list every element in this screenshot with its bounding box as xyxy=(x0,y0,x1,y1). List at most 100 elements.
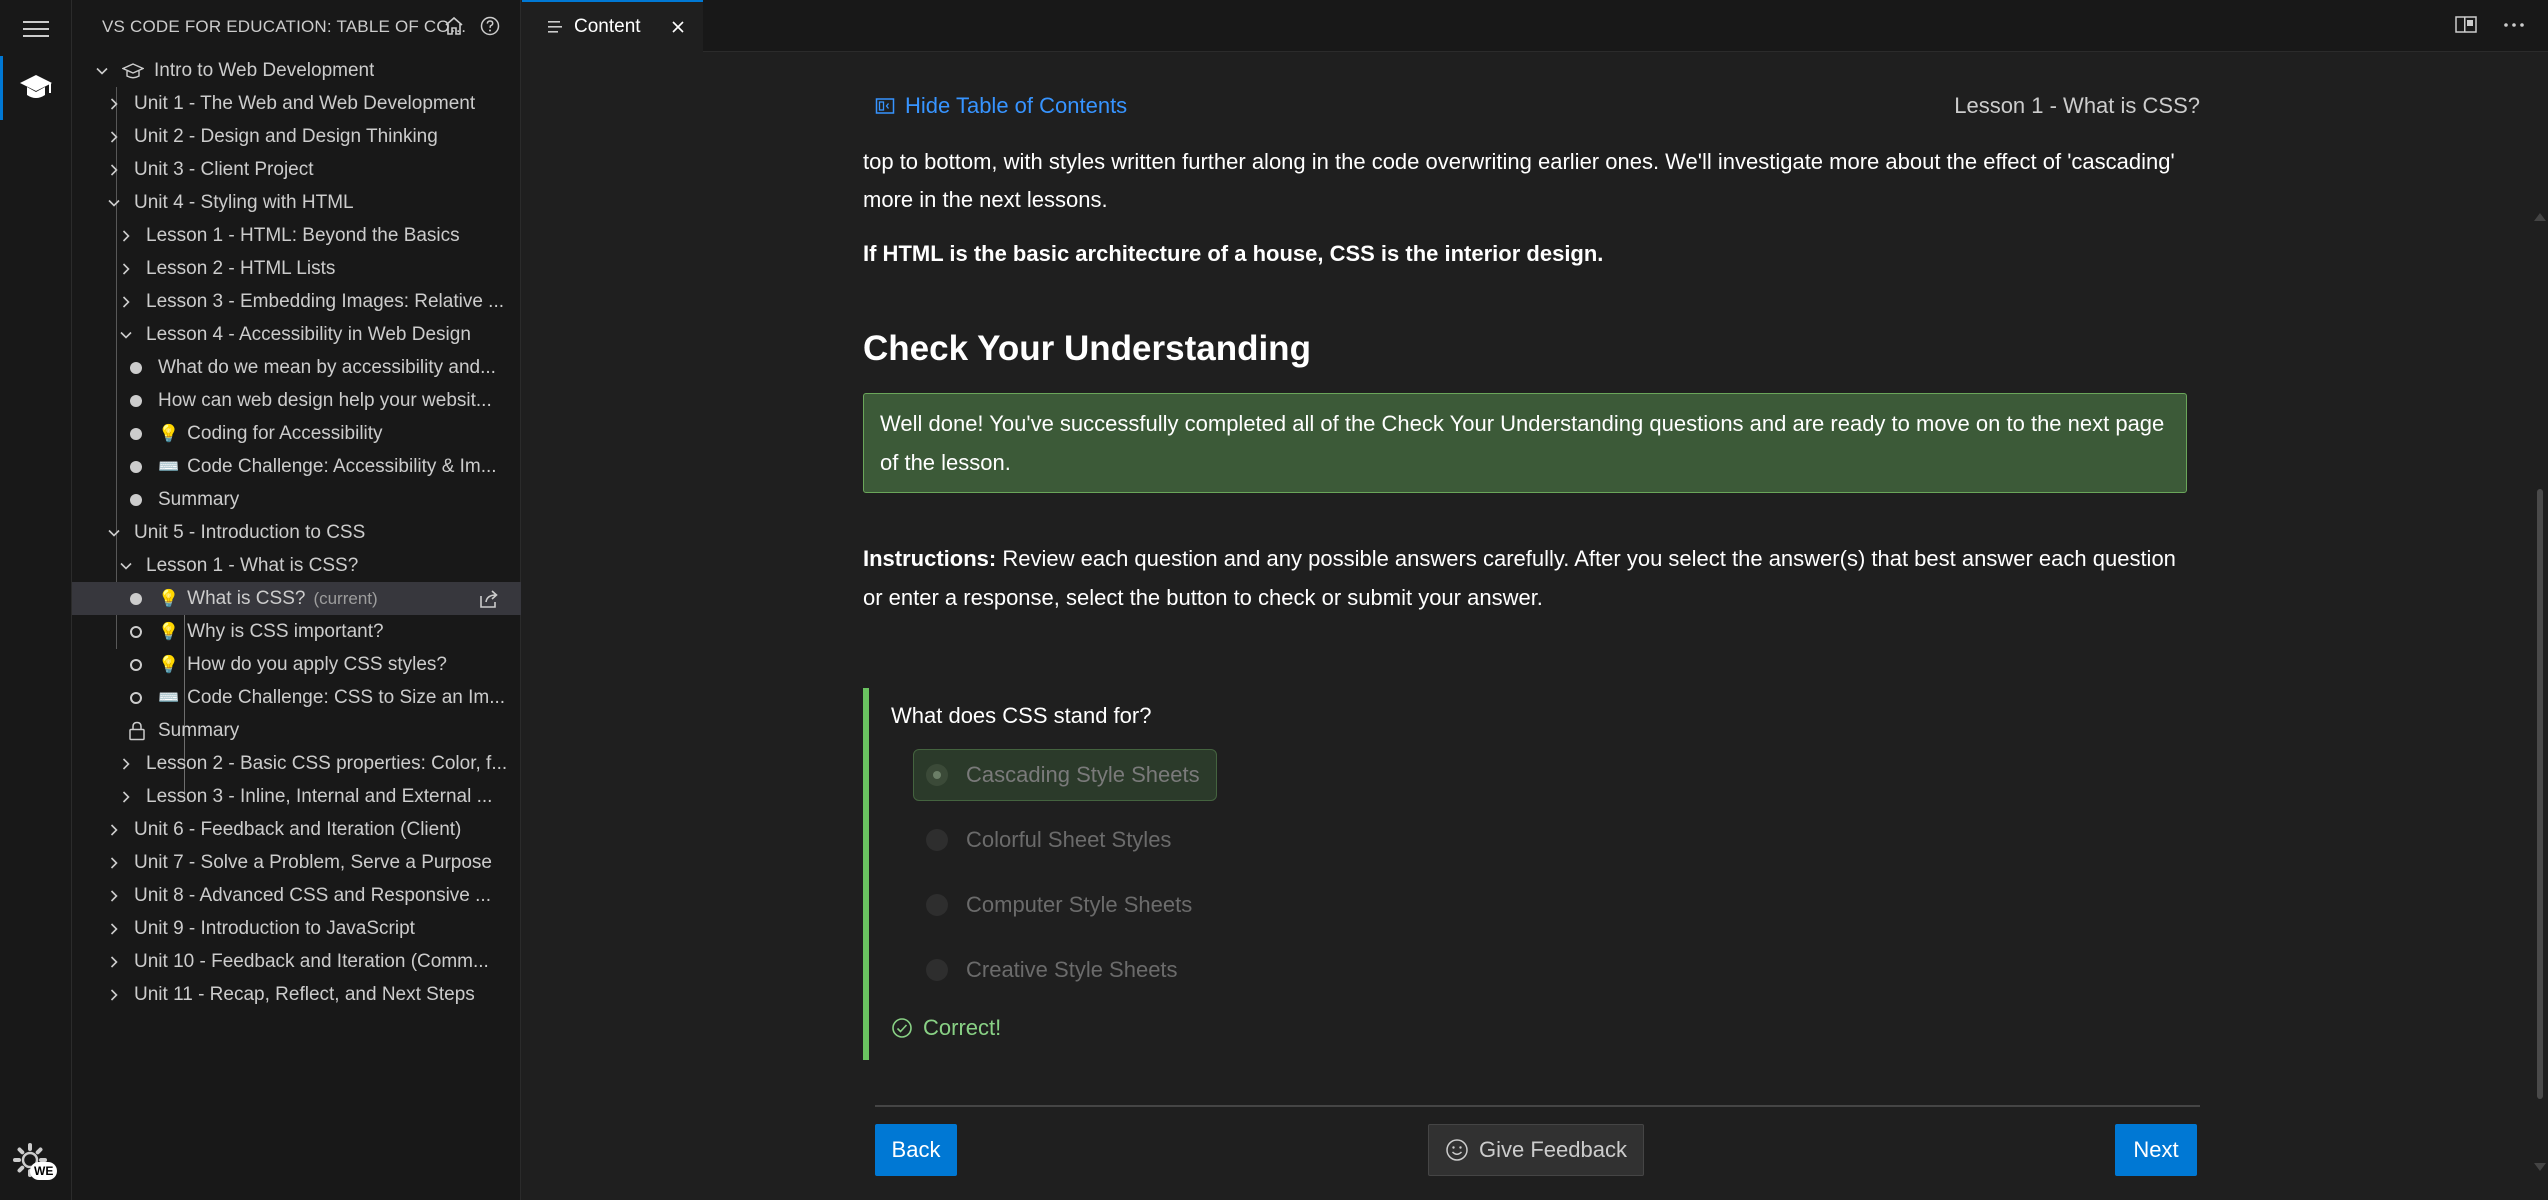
tree-item-label: Lesson 2 - HTML Lists xyxy=(146,257,336,279)
lightbulb-icon: 💡 xyxy=(158,621,180,641)
chevron-right-icon xyxy=(104,94,124,114)
manage-gear-icon[interactable]: WE xyxy=(10,1140,64,1192)
sidebar-header: VS CODE FOR EDUCATION: TABLE OF CON... xyxy=(72,0,520,54)
tree-item-unit[interactable]: Unit 2 - Design and Design Thinking xyxy=(72,120,521,153)
sidebar-title: VS CODE FOR EDUCATION: TABLE OF CON... xyxy=(102,17,474,36)
close-icon[interactable] xyxy=(667,16,689,38)
tree-item-label: Unit 11 - Recap, Reflect, and Next Steps xyxy=(134,983,475,1005)
vertical-scrollbar[interactable] xyxy=(2530,159,2548,1171)
split-editor-icon[interactable] xyxy=(2454,14,2478,41)
tree-item-page[interactable]: 💡 Why is CSS important? xyxy=(72,615,521,648)
content-header: Hide Table of Contents Lesson 1 - What i… xyxy=(875,93,2200,125)
chevron-right-icon xyxy=(104,886,124,906)
home-icon[interactable] xyxy=(442,14,466,38)
tree-item-lesson[interactable]: Lesson 3 - Inline, Internal and External… xyxy=(72,780,521,813)
tree-item-label: Unit 1 - The Web and Web Development xyxy=(134,92,476,114)
tree-item-unit[interactable]: Unit 1 - The Web and Web Development xyxy=(72,87,521,120)
lightbulb-icon: 💡 xyxy=(158,423,180,443)
section-heading: Check Your Understanding xyxy=(863,329,1311,368)
give-feedback-button[interactable]: Give Feedback xyxy=(1428,1124,1644,1176)
tree-item-page-current[interactable]: 💡 What is CSS? (current) xyxy=(72,582,521,615)
menu-icon[interactable] xyxy=(18,14,54,44)
completed-bullet-icon xyxy=(130,427,142,440)
tree-item-label: Unit 6 - Feedback and Iteration (Client) xyxy=(134,818,462,840)
tree-item-lesson[interactable]: Lesson 1 - HTML: Beyond the Basics xyxy=(72,219,521,252)
chevron-right-icon xyxy=(104,919,124,939)
tree-item-page-locked[interactable]: Summary xyxy=(72,714,521,747)
editor-tab-bar: Content xyxy=(522,0,2548,52)
chevron-right-icon xyxy=(104,985,124,1005)
tree-item-label: Lesson 1 - HTML: Beyond the Basics xyxy=(146,224,460,246)
sidebar-toggle-icon xyxy=(875,97,895,115)
smiley-icon xyxy=(1446,1139,1468,1161)
answer-option[interactable]: Colorful Sheet Styles xyxy=(913,814,1188,866)
tree-item-unit[interactable]: Unit 7 - Solve a Problem, Serve a Purpos… xyxy=(72,846,521,879)
answer-label: Computer Style Sheets xyxy=(966,892,1193,917)
lock-icon xyxy=(128,721,146,741)
tree-item-label: Unit 10 - Feedback and Iteration (Comm..… xyxy=(134,950,489,972)
answer-option[interactable]: Computer Style Sheets xyxy=(913,879,1209,931)
help-icon[interactable] xyxy=(478,14,502,38)
footer-divider xyxy=(875,1105,2200,1107)
tree-item-page[interactable]: Summary xyxy=(72,483,521,516)
tree-item-unit[interactable]: Unit 11 - Recap, Reflect, and Next Steps xyxy=(72,978,521,1011)
tree-item-label: Lesson 3 - Inline, Internal and External… xyxy=(146,785,493,807)
chevron-right-icon xyxy=(116,292,136,312)
tree-item-lesson[interactable]: Lesson 4 - Accessibility in Web Design xyxy=(72,318,521,351)
tree-item-page[interactable]: 💡 Coding for Accessibility xyxy=(72,417,521,450)
more-actions-icon[interactable] xyxy=(2502,14,2526,41)
tree-item-lesson[interactable]: Lesson 3 - Embedding Images: Relative ..… xyxy=(72,285,521,318)
back-button[interactable]: Back xyxy=(875,1124,957,1176)
next-button[interactable]: Next xyxy=(2115,1124,2197,1176)
tree-item-label: What is CSS? xyxy=(187,587,306,609)
tree-item-lesson[interactable]: Lesson 1 - What is CSS? xyxy=(72,549,521,582)
scroll-up-icon[interactable] xyxy=(2534,213,2546,221)
answer-option[interactable]: Creative Style Sheets xyxy=(913,944,1195,996)
tree-item-page[interactable]: ⌨️ Code Challenge: Accessibility & Im... xyxy=(72,450,521,483)
incomplete-bullet-icon xyxy=(130,691,142,704)
chevron-right-icon xyxy=(104,160,124,180)
scroll-down-icon[interactable] xyxy=(2534,1163,2546,1171)
tree-item-unit[interactable]: Unit 8 - Advanced CSS and Responsive ... xyxy=(72,879,521,912)
tree-item-unit[interactable]: Unit 4 - Styling with HTML xyxy=(72,186,521,219)
article: top to bottom, with styles written furth… xyxy=(863,143,2187,617)
course-label: Intro to Web Development xyxy=(154,59,375,81)
analogy-text: If HTML is the basic architecture of a h… xyxy=(863,241,1604,266)
tree-item-unit[interactable]: Unit 5 - Introduction to CSS xyxy=(72,516,521,549)
tree-item-unit[interactable]: Unit 6 - Feedback and Iteration (Client) xyxy=(72,813,521,846)
scrollbar-thumb[interactable] xyxy=(2537,489,2543,1099)
result-text: Correct! xyxy=(923,1015,1002,1040)
lightbulb-icon: 💡 xyxy=(158,588,180,608)
incomplete-bullet-icon xyxy=(130,658,142,671)
chevron-right-icon xyxy=(104,952,124,972)
share-icon[interactable] xyxy=(477,587,501,611)
tree-item-page[interactable]: How can web design help your websit... xyxy=(72,384,521,417)
tree-item-lesson[interactable]: Lesson 2 - Basic CSS properties: Color, … xyxy=(72,747,521,780)
give-feedback-label: Give Feedback xyxy=(1479,1137,1627,1162)
radio-icon xyxy=(926,959,948,981)
tree-item-label: Lesson 1 - What is CSS? xyxy=(146,554,359,576)
tree-item-label: Unit 4 - Styling with HTML xyxy=(134,191,354,213)
tree-item-label: How can web design help your websit... xyxy=(158,389,492,411)
chevron-down-icon xyxy=(116,325,136,345)
answer-option-selected[interactable]: Cascading Style Sheets xyxy=(913,749,1217,801)
tree-item-unit[interactable]: Unit 10 - Feedback and Iteration (Comm..… xyxy=(72,945,521,978)
tab-content[interactable]: Content xyxy=(522,0,703,52)
tree-item-unit[interactable]: Unit 9 - Introduction to JavaScript xyxy=(72,912,521,945)
tree-item-course[interactable]: Intro to Web Development xyxy=(72,54,521,87)
tree-item-unit[interactable]: Unit 3 - Client Project xyxy=(72,153,521,186)
tree-item-label: Unit 5 - Introduction to CSS xyxy=(134,521,366,543)
tree-item-page[interactable]: What do we mean by accessibility and... xyxy=(72,351,521,384)
hide-toc-link[interactable]: Hide Table of Contents xyxy=(875,93,1127,119)
tree-item-lesson[interactable]: Lesson 2 - HTML Lists xyxy=(72,252,521,285)
chevron-right-icon xyxy=(104,127,124,147)
tree-item-label: Summary xyxy=(158,488,240,510)
instructions: Instructions: Review each question and a… xyxy=(863,539,2183,617)
tree-item-page[interactable]: 💡 How do you apply CSS styles? xyxy=(72,648,521,681)
education-icon[interactable] xyxy=(0,56,72,120)
keyboard-icon: ⌨️ xyxy=(158,687,180,707)
tree-item-label: Unit 2 - Design and Design Thinking xyxy=(134,125,438,147)
tree-item-label: Unit 9 - Introduction to JavaScript xyxy=(134,917,415,939)
chevron-right-icon xyxy=(116,259,136,279)
tree-item-page[interactable]: ⌨️ Code Challenge: CSS to Size an Im... xyxy=(72,681,521,714)
